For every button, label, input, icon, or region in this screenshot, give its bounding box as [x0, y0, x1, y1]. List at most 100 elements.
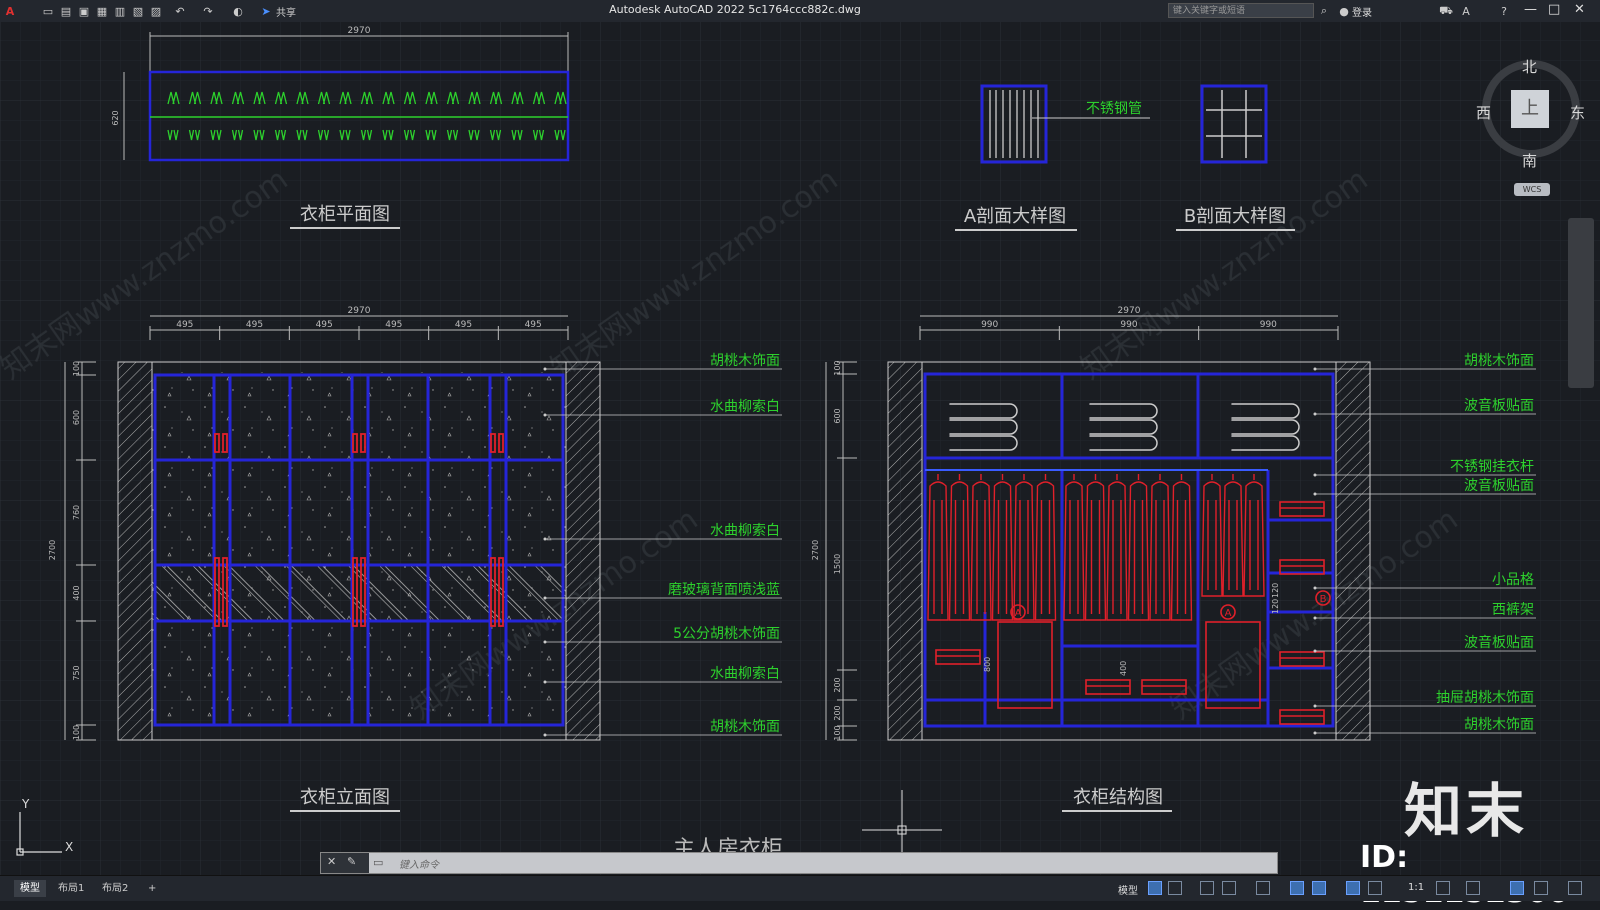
- leader-dot: [1313, 473, 1317, 477]
- material-label: 胡桃木饰面: [1464, 353, 1534, 369]
- struct-total-dim: 2970: [1118, 306, 1141, 316]
- auto-scale-icon[interactable]: [1368, 881, 1382, 895]
- add-layout-button[interactable]: +: [142, 880, 162, 897]
- ucs-y-label: Y: [21, 797, 30, 811]
- otrack-toggle-icon[interactable]: [1290, 881, 1304, 895]
- struct-height-dim: 2700: [811, 540, 820, 560]
- leader-dot: [543, 367, 547, 371]
- material-label: 水曲柳索白: [710, 522, 780, 539]
- elev-hdim-value: 495: [385, 320, 402, 330]
- elev-vdim-value: 100: [72, 725, 81, 740]
- pipe-label: 不锈钢管: [1086, 101, 1142, 117]
- leader-dot: [1313, 367, 1317, 371]
- tab-model[interactable]: 模型: [14, 880, 46, 897]
- brand-watermark: 知末: [1404, 777, 1529, 845]
- marker-a-2: A: [1225, 608, 1232, 619]
- material-label: 胡桃木饰面: [710, 719, 780, 735]
- struct-vdim-value: 200: [833, 677, 842, 692]
- leader-dot: [543, 680, 547, 684]
- grid-toggle-icon[interactable]: [1148, 881, 1162, 895]
- material-label: 不锈钢挂衣杆: [1450, 459, 1534, 475]
- annotation-visibility-icon[interactable]: [1346, 881, 1360, 895]
- isolate-objects-icon[interactable]: [1510, 881, 1524, 895]
- workspace-gear-icon[interactable]: [1436, 881, 1450, 895]
- material-label: 波音板贴面: [1464, 397, 1534, 414]
- structure-title: 衣柜结构图: [1073, 787, 1163, 808]
- elev-hdim-value: 495: [246, 320, 263, 330]
- model-space-label[interactable]: 模型: [1118, 882, 1138, 897]
- close-icon[interactable]: ✕: [1574, 2, 1585, 17]
- material-label: 5公分胡桃木饰面: [673, 626, 780, 642]
- snap-toggle-icon[interactable]: [1168, 881, 1182, 895]
- marker-a: A: [1015, 608, 1022, 619]
- material-label: 西裤架: [1492, 602, 1534, 618]
- command-line-tools[interactable]: ✕ ✎: [321, 853, 369, 873]
- ortho-toggle-icon[interactable]: [1200, 881, 1214, 895]
- drawing-canvas[interactable]: 知末网www.znzmo.com 知末网www.znzmo.com 知末网www…: [0, 22, 1600, 875]
- struct-hdim-value: 990: [1120, 320, 1137, 330]
- plan-width-dim: 2970: [348, 26, 371, 36]
- struct-vdim-value: 100: [833, 360, 842, 375]
- wrench-icon[interactable]: ✎: [347, 855, 356, 868]
- section-b-title: B剖面大样图: [1184, 206, 1286, 227]
- polar-toggle-icon[interactable]: [1222, 881, 1236, 895]
- leader-dot: [543, 596, 547, 600]
- compass-south[interactable]: 南: [1522, 150, 1537, 171]
- osnap-toggle-icon[interactable]: [1256, 881, 1270, 895]
- cart-icon[interactable]: ⛟: [1438, 3, 1454, 19]
- close-cmd-icon[interactable]: ✕: [327, 855, 336, 868]
- annotation-scale[interactable]: 1:1: [1408, 882, 1424, 893]
- leader-dot: [1313, 649, 1317, 653]
- struct-vdim-value: 100: [833, 725, 842, 740]
- inner-dim-120b: 120: [1271, 599, 1280, 614]
- struct-vdim-value: 200: [833, 705, 842, 720]
- login-label[interactable]: 登录: [1352, 4, 1372, 19]
- search-input[interactable]: 键入关键字或短语: [1168, 3, 1314, 18]
- leader-dot: [543, 733, 547, 737]
- tab-layout1[interactable]: 布局1: [52, 880, 90, 897]
- leader-dot: [543, 537, 547, 541]
- viewcube-top-face[interactable]: 上: [1511, 90, 1549, 128]
- status-bar: 模型 布局1 布局2 + 模型 1:1: [0, 875, 1600, 901]
- struct-vdim-value: 600: [833, 408, 842, 423]
- elev-hdim-value: 495: [316, 320, 333, 330]
- plan-depth-dim: 620: [111, 110, 120, 125]
- compass-west[interactable]: 西: [1476, 102, 1491, 123]
- leader-dot: [1313, 704, 1317, 708]
- command-line[interactable]: ✕ ✎ ▭ 键入命令: [320, 852, 1278, 874]
- elev-vdim-value: 750: [72, 665, 81, 680]
- compass-north[interactable]: 北: [1522, 56, 1537, 77]
- material-label: 波音板贴面: [1464, 477, 1534, 494]
- leader-dot: [1313, 586, 1317, 590]
- navigation-bar[interactable]: [1568, 218, 1594, 388]
- user-icon[interactable]: ●: [1336, 3, 1352, 19]
- selection-cycling-icon[interactable]: [1312, 881, 1326, 895]
- material-label: 磨玻璃背面喷浅蓝: [668, 581, 780, 598]
- inner-dim-120a: 120: [1271, 583, 1280, 598]
- hardware-accel-icon[interactable]: [1534, 881, 1548, 895]
- elev-height-dim: 2700: [48, 540, 57, 560]
- add-icon[interactable]: [1466, 881, 1480, 895]
- struct-vdim-value: 1500: [833, 554, 842, 574]
- elevation-title: 衣柜立面图: [300, 787, 390, 808]
- elev-vdim-value: 760: [72, 505, 81, 520]
- section-a-title: A剖面大样图: [964, 206, 1066, 227]
- command-input[interactable]: 键入命令: [399, 856, 439, 871]
- material-label: 水曲柳索白: [710, 665, 780, 682]
- help-icon[interactable]: ?: [1496, 3, 1512, 19]
- minimize-icon[interactable]: —: [1524, 2, 1537, 17]
- autodesk-a360-icon[interactable]: A: [1458, 3, 1474, 19]
- elev-total-dim: 2970: [348, 306, 371, 316]
- maximize-icon[interactable]: □: [1548, 2, 1560, 17]
- leader-dot: [1313, 616, 1317, 620]
- material-label: 小品格: [1492, 572, 1534, 588]
- material-label: 水曲柳索白: [710, 398, 780, 415]
- wcs-menu-button[interactable]: WCS: [1514, 183, 1550, 196]
- tab-layout2[interactable]: 布局2: [96, 880, 134, 897]
- compass-east[interactable]: 东: [1570, 102, 1585, 123]
- customize-menu-icon[interactable]: [1568, 881, 1582, 895]
- command-prompt-icon[interactable]: ▭: [373, 856, 383, 869]
- elev-hdim-value: 495: [525, 320, 542, 330]
- plan-title: 衣柜平面图: [300, 204, 390, 225]
- search-icon[interactable]: ⌕: [1316, 3, 1332, 19]
